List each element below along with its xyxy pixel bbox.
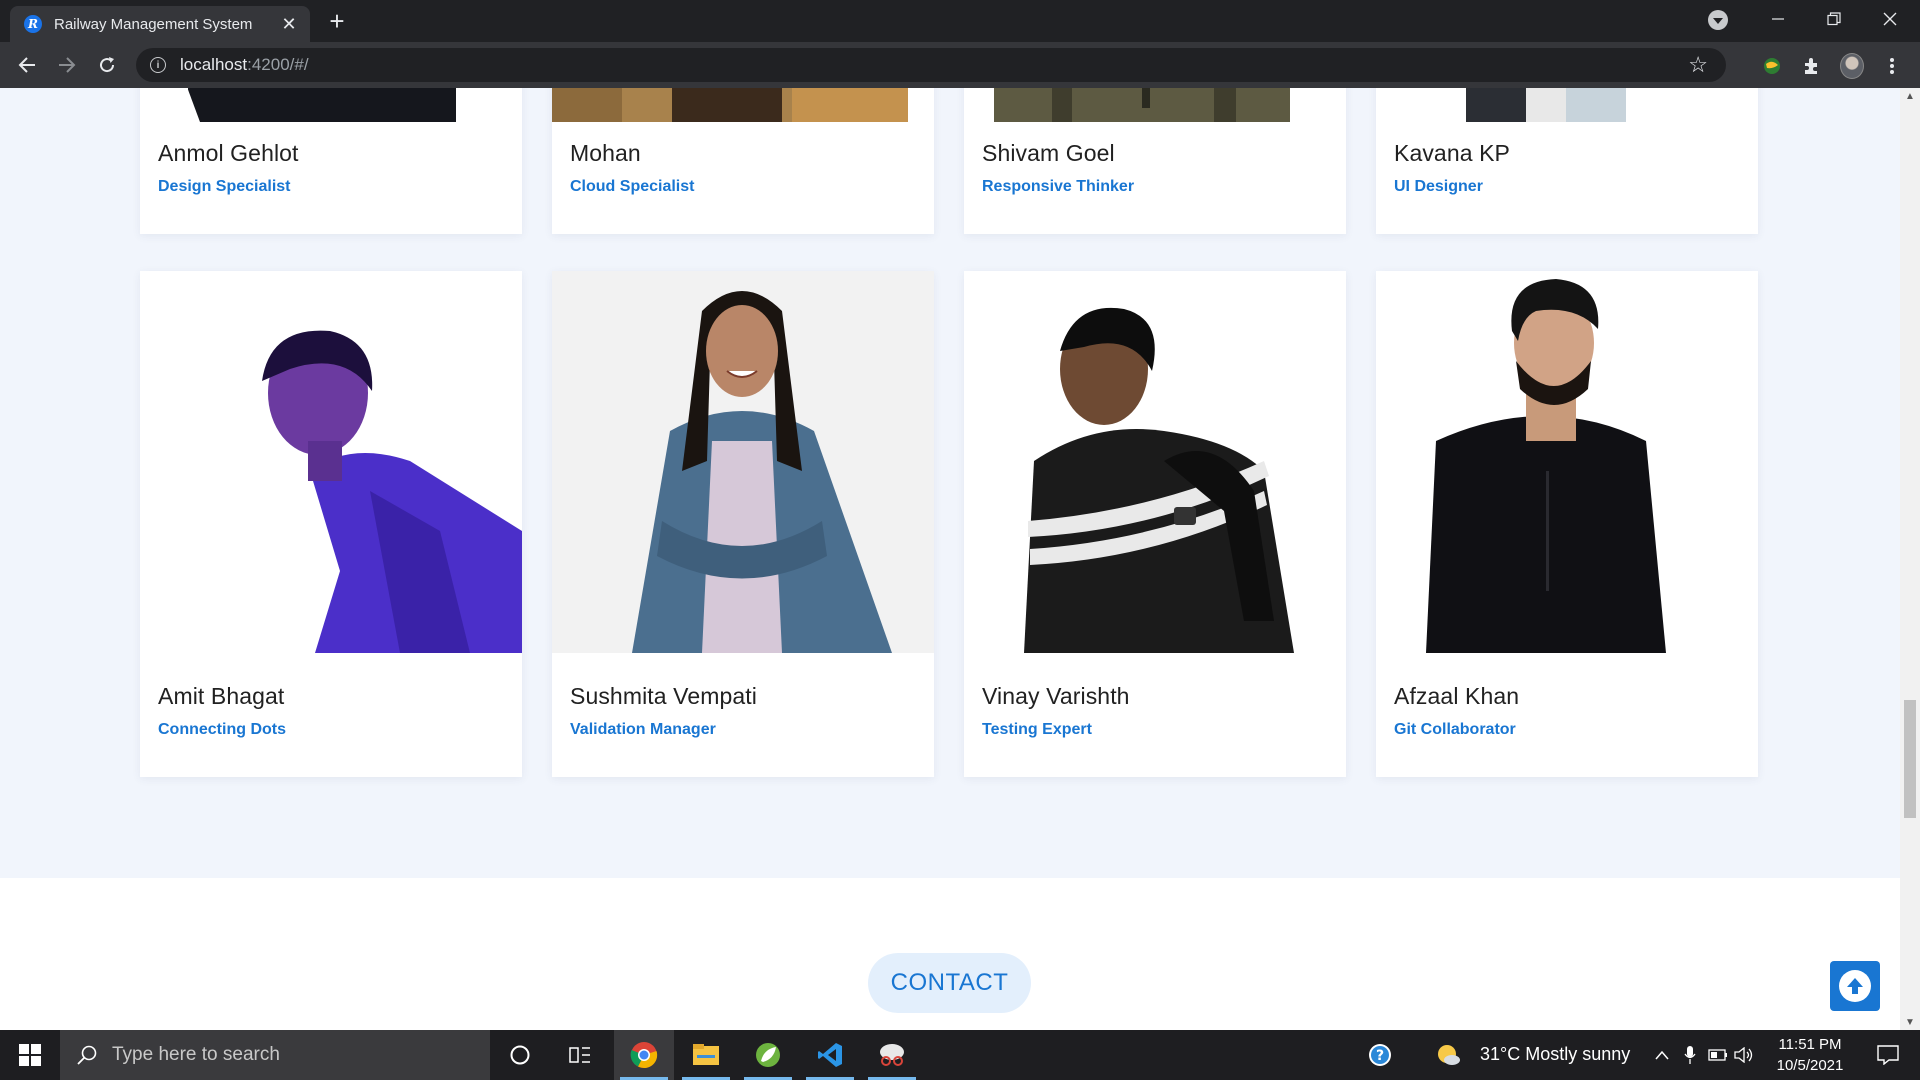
windows-taskbar: Type here to search ? 31°C Mostly sunny [0,1030,1920,1080]
windows-start-icon[interactable] [0,1030,60,1080]
team-card: Anmol Gehlot Design Specialist [140,88,522,234]
member-name: Amit Bhagat [158,683,285,709]
scroll-up-icon[interactable]: ▲ [1900,88,1920,104]
team-card: Mohan Cloud Specialist [552,88,934,234]
member-photo [552,271,934,653]
extensions-puzzle-icon[interactable] [1800,54,1824,78]
team-section: Anmol Gehlot Design Specialist Mohan Clo… [0,88,1900,878]
member-name: Mohan [570,140,641,166]
bookmark-star-icon[interactable]: ☆ [1688,52,1708,78]
app-favicon-icon: R [24,15,42,33]
forward-arrow-icon[interactable] [52,50,82,80]
profile-avatar[interactable] [1840,53,1864,79]
taskbar-search-placeholder: Type here to search [112,1044,280,1065]
extension-globe-icon[interactable] [1760,54,1784,78]
back-arrow-icon[interactable] [12,50,42,80]
file-explorer-icon[interactable] [676,1030,736,1080]
member-role: Validation Manager [570,721,716,738]
member-role: UI Designer [1394,178,1483,195]
clock-date: 10/5/2021 [1776,1057,1844,1074]
weather-sun-icon[interactable] [1428,1030,1468,1080]
back-to-top-button[interactable] [1830,961,1880,1011]
member-photo [964,88,1346,122]
more-menu-icon[interactable] [1880,54,1904,78]
member-photo [140,88,522,122]
member-photo [964,271,1346,653]
member-name: Sushmita Vempati [570,683,757,709]
page-viewport: Anmol Gehlot Design Specialist Mohan Clo… [0,88,1900,1030]
browser-toolbar: i localhost :4200/#/ ☆ [0,42,1920,88]
reload-icon[interactable] [92,50,122,80]
team-card: Afzaal Khan Git Collaborator [1376,271,1758,777]
new-tab-button[interactable]: + [322,6,352,36]
help-icon[interactable]: ? [1350,1030,1410,1080]
member-name: Shivam Goel [982,140,1115,166]
tab-search-icon[interactable] [1708,10,1728,30]
team-card: Shivam Goel Responsive Thinker [964,88,1346,234]
team-card: Sushmita Vempati Validation Manager [552,271,934,777]
weather-text[interactable]: 31°C Mostly sunny [1480,1044,1630,1065]
window-close-icon[interactable] [1862,0,1918,38]
search-icon [77,1045,97,1065]
tab-title: Railway Management System [54,15,253,33]
member-photo [1376,88,1758,122]
member-photo [140,271,522,653]
browser-tab[interactable]: R Railway Management System ✕ [10,6,310,42]
chrome-taskbar-icon[interactable] [614,1030,674,1080]
address-bar[interactable]: i localhost :4200/#/ ☆ [136,48,1726,82]
close-icon[interactable]: ✕ [278,14,300,35]
restore-icon[interactable] [1806,0,1862,38]
chevron-up-icon[interactable] [1650,1030,1674,1080]
svg-text:?: ? [1376,1048,1384,1064]
microphone-icon[interactable] [1678,1030,1702,1080]
clock-time: 11:51 PM [1778,1036,1842,1053]
member-name: Anmol Gehlot [158,140,299,166]
member-role: Cloud Specialist [570,178,695,195]
team-card: Amit Bhagat Connecting Dots [140,271,522,777]
spring-tool-icon[interactable] [738,1030,798,1080]
notifications-icon[interactable] [1858,1030,1918,1080]
member-name: Kavana KP [1394,140,1510,166]
scroll-thumb[interactable] [1904,700,1916,818]
scroll-down-icon[interactable]: ▼ [1900,1014,1920,1030]
battery-icon[interactable] [1706,1030,1730,1080]
member-name: Afzaal Khan [1394,683,1520,709]
team-card: Vinay Varishth Testing Expert [964,271,1346,777]
member-photo [552,88,934,122]
minimize-icon[interactable] [1750,0,1806,38]
system-clock[interactable]: 11:51 PM 10/5/2021 [1760,1034,1860,1076]
team-card: Kavana KP UI Designer [1376,88,1758,234]
member-role: Responsive Thinker [982,178,1135,195]
member-role: Git Collaborator [1394,721,1516,738]
member-photo [1376,271,1758,653]
site-info-icon[interactable]: i [150,57,166,73]
member-role: Testing Expert [982,721,1092,738]
taskbar-search-box[interactable]: Type here to search [60,1030,490,1080]
vscode-icon[interactable] [800,1030,860,1080]
member-role: Connecting Dots [158,721,286,738]
snipping-tool-icon[interactable] [862,1030,922,1080]
url-host: localhost [180,55,248,74]
member-role: Design Specialist [158,178,291,195]
browser-tab-bar: R Railway Management System ✕ + [0,0,1920,42]
url-path: :4200/#/ [247,55,309,74]
page-scrollbar[interactable]: ▲ ▼ [1900,88,1920,1030]
cortana-icon[interactable] [490,1030,550,1080]
arrow-up-icon [1839,970,1871,1002]
task-view-icon[interactable] [550,1030,610,1080]
member-name: Vinay Varishth [982,683,1130,709]
volume-icon[interactable] [1732,1030,1756,1080]
contact-section-button[interactable]: CONTACT [868,953,1031,1013]
